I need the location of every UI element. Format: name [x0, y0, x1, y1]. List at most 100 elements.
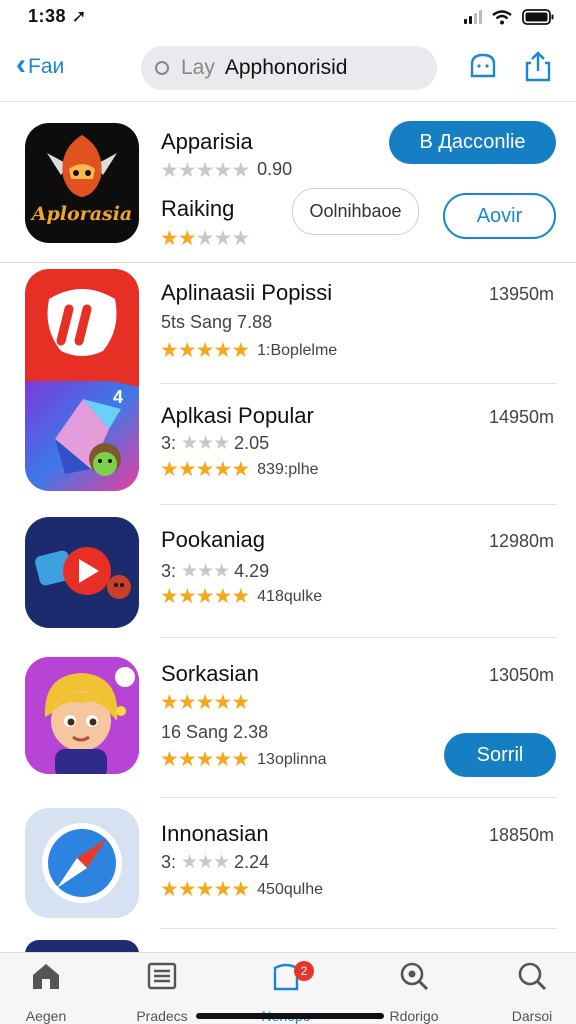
app-rating-count: 450qulhe	[257, 881, 323, 898]
search-icon	[400, 962, 429, 991]
featured-app-logo-text: Aplorasia	[31, 203, 133, 225]
app-size: 13950m	[488, 284, 554, 304]
status-bar: 1:38 ➚	[0, 0, 576, 36]
featured-app-title: Apparisia	[161, 129, 253, 154]
star-icon: ★	[195, 878, 215, 901]
featured-app-icon[interactable]: Aplorasia	[25, 123, 139, 243]
compass-icon	[25, 808, 139, 918]
app-rating-stars: ★★★★★ 13oplinna	[160, 749, 327, 770]
row-divider	[160, 928, 556, 929]
subtitle-value: 4.29	[234, 561, 270, 581]
list-icon	[147, 962, 177, 990]
star-icon: ★	[213, 458, 232, 481]
app-icon-4[interactable]	[25, 657, 139, 774]
star-icon: ★	[177, 159, 197, 182]
star-icon: ★	[231, 227, 250, 250]
subtitle-stars: ★★★	[181, 852, 230, 873]
star-icon: ★	[231, 748, 250, 771]
featured-secondary-field[interactable]: Oolnihbaoe	[292, 188, 419, 235]
app-1-graphic-icon	[25, 269, 139, 491]
star-icon: ★	[195, 339, 215, 362]
app-rating-stars: ★★★★★ 450qulhe	[160, 879, 323, 900]
star-icon: ★	[231, 691, 250, 714]
app-size: 18850m	[488, 825, 554, 845]
star-icon: ★	[177, 458, 197, 481]
app-action-button[interactable]: Sorril	[444, 733, 556, 777]
star-icon: ★	[195, 585, 215, 608]
subtitle-value: 2.24	[234, 852, 270, 872]
subtitle-prefix: 3:	[161, 852, 177, 872]
share-icon[interactable]	[521, 50, 555, 84]
app-size: 14950m	[488, 407, 554, 427]
tab-label: Darsoi	[511, 1008, 553, 1024]
star-icon: ★	[213, 339, 232, 362]
row-divider	[160, 383, 556, 384]
warrior-logo-icon	[47, 135, 117, 197]
app-size: 12980m	[488, 531, 554, 551]
app-rating-count: 839:plhe	[257, 461, 319, 478]
app-subtitle: 3: ★★★ 4.29	[161, 560, 269, 583]
star-icon: ★	[160, 458, 179, 481]
star-icon: ★	[231, 878, 250, 901]
star-icon: ★	[195, 159, 215, 182]
chevron-left-icon: ‹	[16, 48, 26, 81]
star-icon: ★	[177, 691, 197, 714]
star-icon: ★	[160, 227, 179, 250]
home-icon	[33, 964, 59, 989]
subtitle-prefix: 3:	[161, 433, 177, 453]
app-title: Innonasian	[161, 821, 269, 846]
status-icons	[464, 9, 554, 25]
row-divider	[160, 797, 556, 798]
app-subtitle: 3: ★★★ 2.05	[161, 432, 269, 455]
star-icon: ★	[231, 458, 250, 481]
wifi-icon	[492, 9, 512, 24]
star-icon: ★	[231, 339, 250, 362]
star-icon: ★	[195, 458, 215, 481]
battery-icon	[522, 9, 554, 25]
star-icon: ★	[177, 585, 197, 608]
tab-label: Aegen	[25, 1008, 67, 1024]
star-icon: ★	[213, 585, 232, 608]
subtitle-value: 2.05	[234, 433, 270, 453]
app-size: 13050m	[488, 665, 554, 685]
cart-badge: 2	[294, 961, 314, 981]
back-label: Faи	[28, 55, 65, 78]
app-subtitle: 3: ★★★ 2.24	[161, 851, 269, 874]
featured-outline-button[interactable]: Aovir	[443, 193, 556, 239]
search-input[interactable]: Lay Apphonorisid	[141, 46, 437, 90]
star-icon: ★	[160, 748, 179, 771]
section-divider	[0, 262, 576, 263]
star-icon: ★	[160, 585, 179, 608]
search-icon	[518, 962, 547, 991]
app-rating-stars: ★★★★★ 839:plhe	[160, 459, 319, 480]
ranking-stars: ★★★★★	[160, 227, 250, 250]
app-subtitle: 5ts Sang 7.88	[161, 312, 273, 332]
star-icon: ★	[160, 691, 179, 714]
star-icon: ★	[177, 339, 197, 362]
subtitle-stars: ★★★	[181, 561, 230, 582]
tab-discover[interactable]: Darsoi	[482, 959, 576, 1024]
star-icon: ★	[195, 227, 215, 250]
search-query: Apphonorisid	[224, 56, 348, 79]
chat-icon[interactable]	[466, 50, 500, 84]
app-rating-stars: ★★★★★ 418qulke	[160, 586, 322, 607]
featured-rating-text: 0.90	[257, 159, 293, 179]
tab-home[interactable]: Aegen	[0, 959, 96, 1024]
star-icon: ★	[231, 159, 250, 182]
navigation-bar: ‹ Faи Lay Apphonorisid	[0, 36, 576, 102]
search-icon	[155, 61, 169, 75]
app-icon-5[interactable]	[25, 808, 139, 918]
app-rating-count: 418qulke	[257, 588, 323, 605]
featured-primary-button[interactable]: В Дассоnlie	[389, 121, 556, 164]
app-icon-number: 4	[113, 387, 124, 407]
app-subtitle: 16 Sang 2.38	[161, 722, 269, 742]
app-icon-3[interactable]	[25, 517, 139, 628]
back-button[interactable]: ‹ Faи	[16, 48, 65, 82]
star-icon: ★	[195, 691, 215, 714]
star-icon: ★	[177, 227, 197, 250]
app-title: Aplkasi Popular	[161, 403, 314, 428]
subtitle-stars: ★★★	[181, 433, 230, 454]
star-icon: ★	[213, 227, 232, 250]
star-icon: ★	[213, 878, 232, 901]
app-icon-1[interactable]: 4	[25, 269, 139, 491]
